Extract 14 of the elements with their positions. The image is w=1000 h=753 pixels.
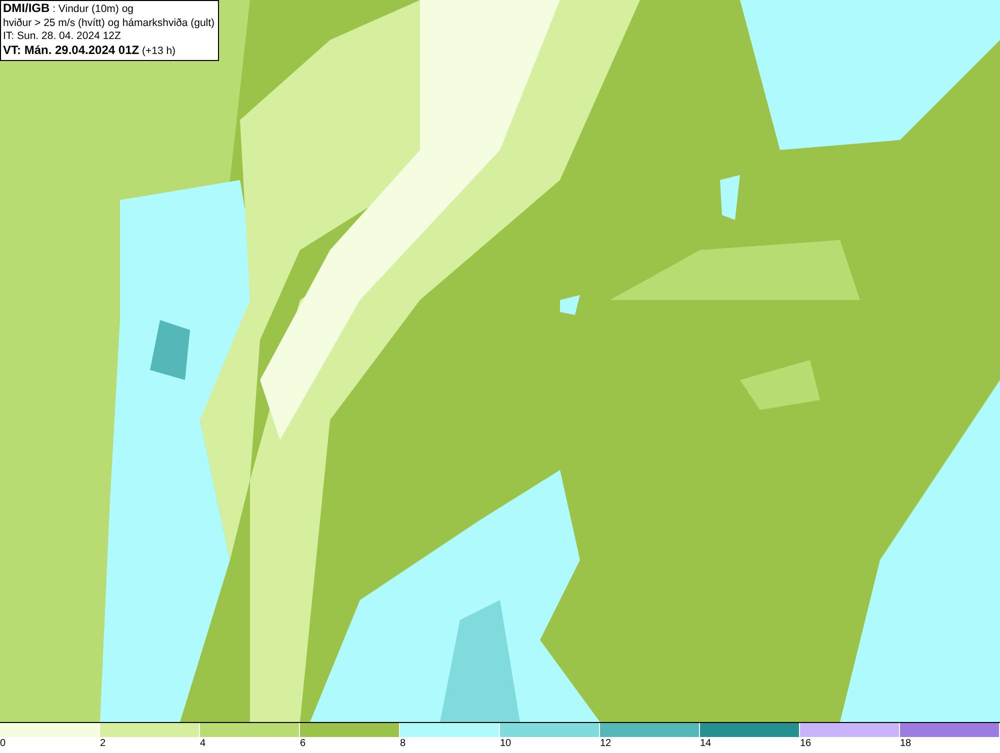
legend-label: 6 [300, 737, 306, 750]
legend-label: 10 [500, 737, 512, 750]
legend-label: 0 [0, 737, 6, 750]
legend-label: 8 [400, 737, 406, 750]
legend-label: 18 [900, 737, 912, 750]
legend-label: 16 [800, 737, 812, 750]
legend-label: 4 [200, 737, 206, 750]
legend-label: 12 [600, 737, 612, 750]
legend-label: 14 [700, 737, 712, 750]
info-text: DMI/IGB : Vindur (10m) og [3, 2, 135, 16]
info-text: hviður > 25 m/s (hvítt) og hámarkshviða (gult) [3, 16, 215, 30]
info-text: VT: Mán. 29.04.2024 01Z (+13 h) [3, 44, 177, 58]
legend-label: 2 [100, 737, 106, 750]
info-text: IT: Sun. 28. 04. 2024 12Z [3, 30, 122, 44]
